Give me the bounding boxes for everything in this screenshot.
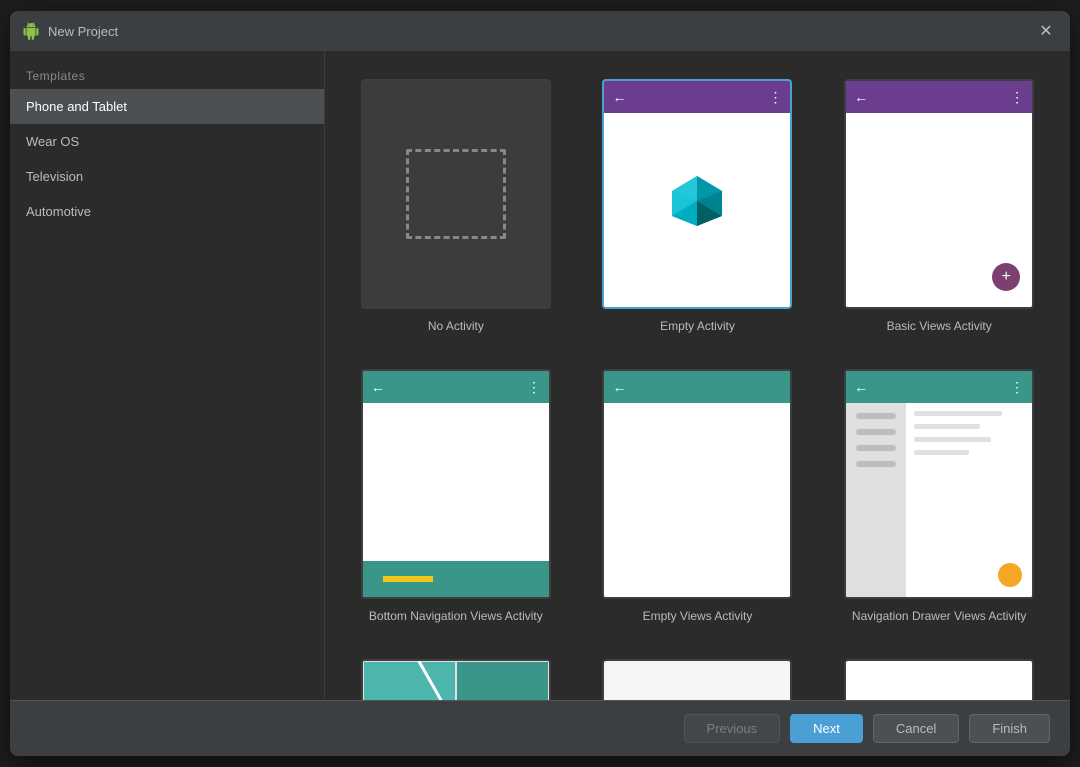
nav-drawer-list: [906, 403, 1032, 463]
back-arrow-icon2: ←: [854, 89, 868, 105]
responsive-views-preview: [361, 659, 551, 700]
basic-views-preview: ← ⋮ +: [844, 79, 1034, 309]
empty-views-label: Empty Views Activity: [643, 609, 753, 623]
sidebar-section-label: Templates: [10, 59, 324, 89]
basic-views-body: +: [846, 113, 1032, 307]
previous-button[interactable]: Previous: [684, 714, 781, 743]
basic-views-toolbar: ← ⋮: [846, 81, 1032, 113]
bottom-nav-preview: ← ⋮: [361, 369, 551, 599]
sidebar: Templates Phone and Tablet Wear OS Telev…: [10, 51, 325, 700]
empty-views-toolbar: ←: [604, 371, 790, 403]
nav-drawer-fab: [998, 563, 1022, 587]
nav-drawer-main-area: [906, 403, 1032, 597]
game-activity-preview: [602, 659, 792, 700]
sidebar-item-television[interactable]: Television: [10, 159, 324, 194]
dashed-placeholder: [406, 149, 506, 239]
template-no-activity[interactable]: No Activity: [345, 71, 567, 341]
template-basic-views-activity[interactable]: ← ⋮ + Basic Views Activity: [828, 71, 1050, 341]
empty-activity-label: Empty Activity: [660, 319, 735, 333]
drawer-line-1: [856, 413, 896, 419]
template-bottom-nav-views[interactable]: ← ⋮ Bottom Navigation Views Activity: [345, 361, 567, 631]
bottom-navigation-bar: [363, 561, 549, 597]
nav-drawer-toolbar: ← ⋮: [846, 371, 1032, 403]
responsive-views-mockup: [363, 661, 549, 700]
templates-grid: No Activity ← ⋮: [345, 71, 1050, 700]
nav-drawer-sidebar: [846, 403, 906, 597]
back-arrow-icon: ←: [612, 89, 626, 105]
template-empty-activity[interactable]: ← ⋮: [587, 71, 809, 341]
list-line-1: [914, 411, 1002, 416]
menu-dots-icon: ⋮: [768, 89, 782, 106]
list-line-3: [914, 437, 991, 442]
menu-dots-icon2: ⋮: [1010, 89, 1024, 106]
template-empty-views-activity[interactable]: ← Empty Views Activity: [587, 361, 809, 631]
nav-drawer-label: Navigation Drawer Views Activity: [852, 609, 1027, 623]
drawer-line-4: [856, 461, 896, 467]
empty-activity-body: [604, 113, 790, 307]
android-icon: [22, 22, 40, 40]
empty-activity-preview: ← ⋮: [602, 79, 792, 309]
cancel-button[interactable]: Cancel: [873, 714, 959, 743]
bottom-nav-body: [363, 403, 549, 597]
fab-button: +: [992, 263, 1020, 291]
basic-views-mockup: ← ⋮ +: [846, 81, 1032, 307]
back-arrow-icon3: ←: [371, 379, 385, 395]
no-activity-preview: [361, 79, 551, 309]
nav-drawer-body: [846, 403, 1032, 597]
title-bar: New Project ✕: [10, 11, 1070, 51]
template-native-cpp[interactable]: C++ Native C++: [828, 651, 1050, 700]
template-nav-drawer-views[interactable]: ← ⋮: [828, 361, 1050, 631]
drawer-line-3: [856, 445, 896, 451]
back-arrow-icon4: ←: [612, 379, 626, 395]
sidebar-item-automotive[interactable]: Automotive: [10, 194, 324, 229]
bottom-nav-label: Bottom Navigation Views Activity: [369, 609, 543, 623]
templates-content: No Activity ← ⋮: [325, 51, 1070, 700]
sidebar-item-phone-tablet[interactable]: Phone and Tablet: [10, 89, 324, 124]
bottom-nav-mockup: ← ⋮: [363, 371, 549, 597]
nav-drawer-mockup: ← ⋮: [846, 371, 1032, 597]
responsive-grid: [363, 661, 549, 700]
template-responsive-views[interactable]: Responsive Views Activity: [345, 651, 567, 700]
empty-activity-mockup: ← ⋮: [604, 81, 790, 307]
dialog-title: New Project: [48, 24, 1026, 39]
list-line-4: [914, 450, 969, 455]
empty-activity-toolbar: ← ⋮: [604, 81, 790, 113]
basic-views-label: Basic Views Activity: [887, 319, 992, 333]
menu-dots-icon5: ⋮: [1010, 379, 1024, 396]
resp-cell-1: [363, 661, 456, 700]
template-game-activity[interactable]: Game Activity: [587, 651, 809, 700]
bottom-nav-toolbar: ← ⋮: [363, 371, 549, 403]
new-project-dialog: New Project ✕ Templates Phone and Tablet…: [10, 11, 1070, 756]
next-button[interactable]: Next: [790, 714, 863, 743]
native-cpp-preview: C++: [844, 659, 1034, 700]
nav-indicator: [383, 576, 433, 582]
finish-button[interactable]: Finish: [969, 714, 1050, 743]
resp-cell-2: [456, 661, 549, 700]
cube-logo-svg: [667, 171, 727, 231]
no-activity-label: No Activity: [428, 319, 484, 333]
dialog-footer: Previous Next Cancel Finish: [10, 700, 1070, 756]
empty-views-body: [604, 403, 790, 597]
list-line-2: [914, 424, 980, 429]
empty-views-preview: ←: [602, 369, 792, 599]
nav-drawer-preview: ← ⋮: [844, 369, 1034, 599]
drawer-line-2: [856, 429, 896, 435]
sidebar-item-wear-os[interactable]: Wear OS: [10, 124, 324, 159]
game-mockup: [604, 661, 790, 700]
menu-dots-icon3: ⋮: [527, 379, 541, 396]
close-button[interactable]: ✕: [1034, 19, 1058, 43]
dialog-body: Templates Phone and Tablet Wear OS Telev…: [10, 51, 1070, 700]
empty-views-mockup: ←: [604, 371, 790, 597]
android-logo: [667, 171, 727, 236]
cpp-mockup: C++: [846, 661, 1032, 700]
back-arrow-icon5: ←: [854, 379, 868, 395]
